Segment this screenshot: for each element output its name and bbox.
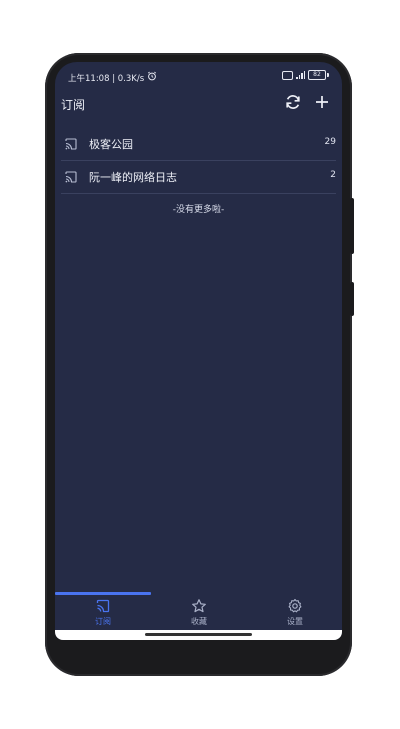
- status-bar: 上午11:08 | 0.3K/s 82: [55, 62, 342, 90]
- tab-favorites[interactable]: 收藏: [151, 590, 247, 630]
- battery-icon: 82: [308, 70, 326, 80]
- feed-item[interactable]: 阮一峰的网络日志 2: [61, 161, 336, 194]
- hd-icon: [282, 70, 293, 80]
- battery-tip: [327, 73, 329, 77]
- app-toolbar: 订阅: [55, 90, 342, 116]
- signal-icon: [296, 71, 305, 79]
- rss-cast-icon: [96, 599, 110, 613]
- feed-item[interactable]: 极客公园 29: [61, 128, 336, 161]
- status-icons: 82: [282, 70, 329, 80]
- bottom-nav: 订阅 收藏 设置: [55, 590, 342, 630]
- refresh-icon[interactable]: [284, 93, 302, 111]
- volume-button: [350, 198, 354, 254]
- feed-unread-count: 29: [324, 137, 336, 147]
- battery-level: 82: [313, 71, 321, 78]
- feed-list: 极客公园 29 阮一峰的网络日志 2: [55, 128, 342, 194]
- star-icon: [192, 599, 206, 613]
- page-title: 订阅: [61, 98, 86, 112]
- rss-cast-icon: [64, 169, 78, 183]
- home-gesture-handle[interactable]: [145, 633, 252, 636]
- tab-label: 收藏: [191, 617, 207, 626]
- tab-label: 订阅: [95, 617, 111, 626]
- list-end-text: -没有更多啦-: [172, 205, 225, 215]
- plus-icon: [316, 96, 328, 108]
- gesture-bar: [55, 630, 342, 640]
- app-screen: 上午11:08 | 0.3K/s 82 订阅 极客公园 29 阮一峰的网络日志 …: [55, 62, 342, 640]
- status-time-speed: 上午11:08 | 0.3K/s: [68, 74, 145, 84]
- gear-icon: [288, 598, 302, 613]
- tab-settings[interactable]: 设置: [247, 590, 342, 630]
- tab-subscriptions[interactable]: 订阅: [55, 590, 151, 630]
- feed-name: 极客公园: [89, 138, 133, 151]
- add-feed-button[interactable]: [313, 93, 331, 111]
- feed-name: 阮一峰的网络日志: [89, 171, 177, 184]
- power-button: [350, 282, 354, 316]
- feed-unread-count: 2: [330, 170, 336, 180]
- tab-label: 设置: [287, 617, 303, 626]
- alarm-icon: [147, 71, 157, 84]
- rss-cast-icon: [64, 136, 78, 150]
